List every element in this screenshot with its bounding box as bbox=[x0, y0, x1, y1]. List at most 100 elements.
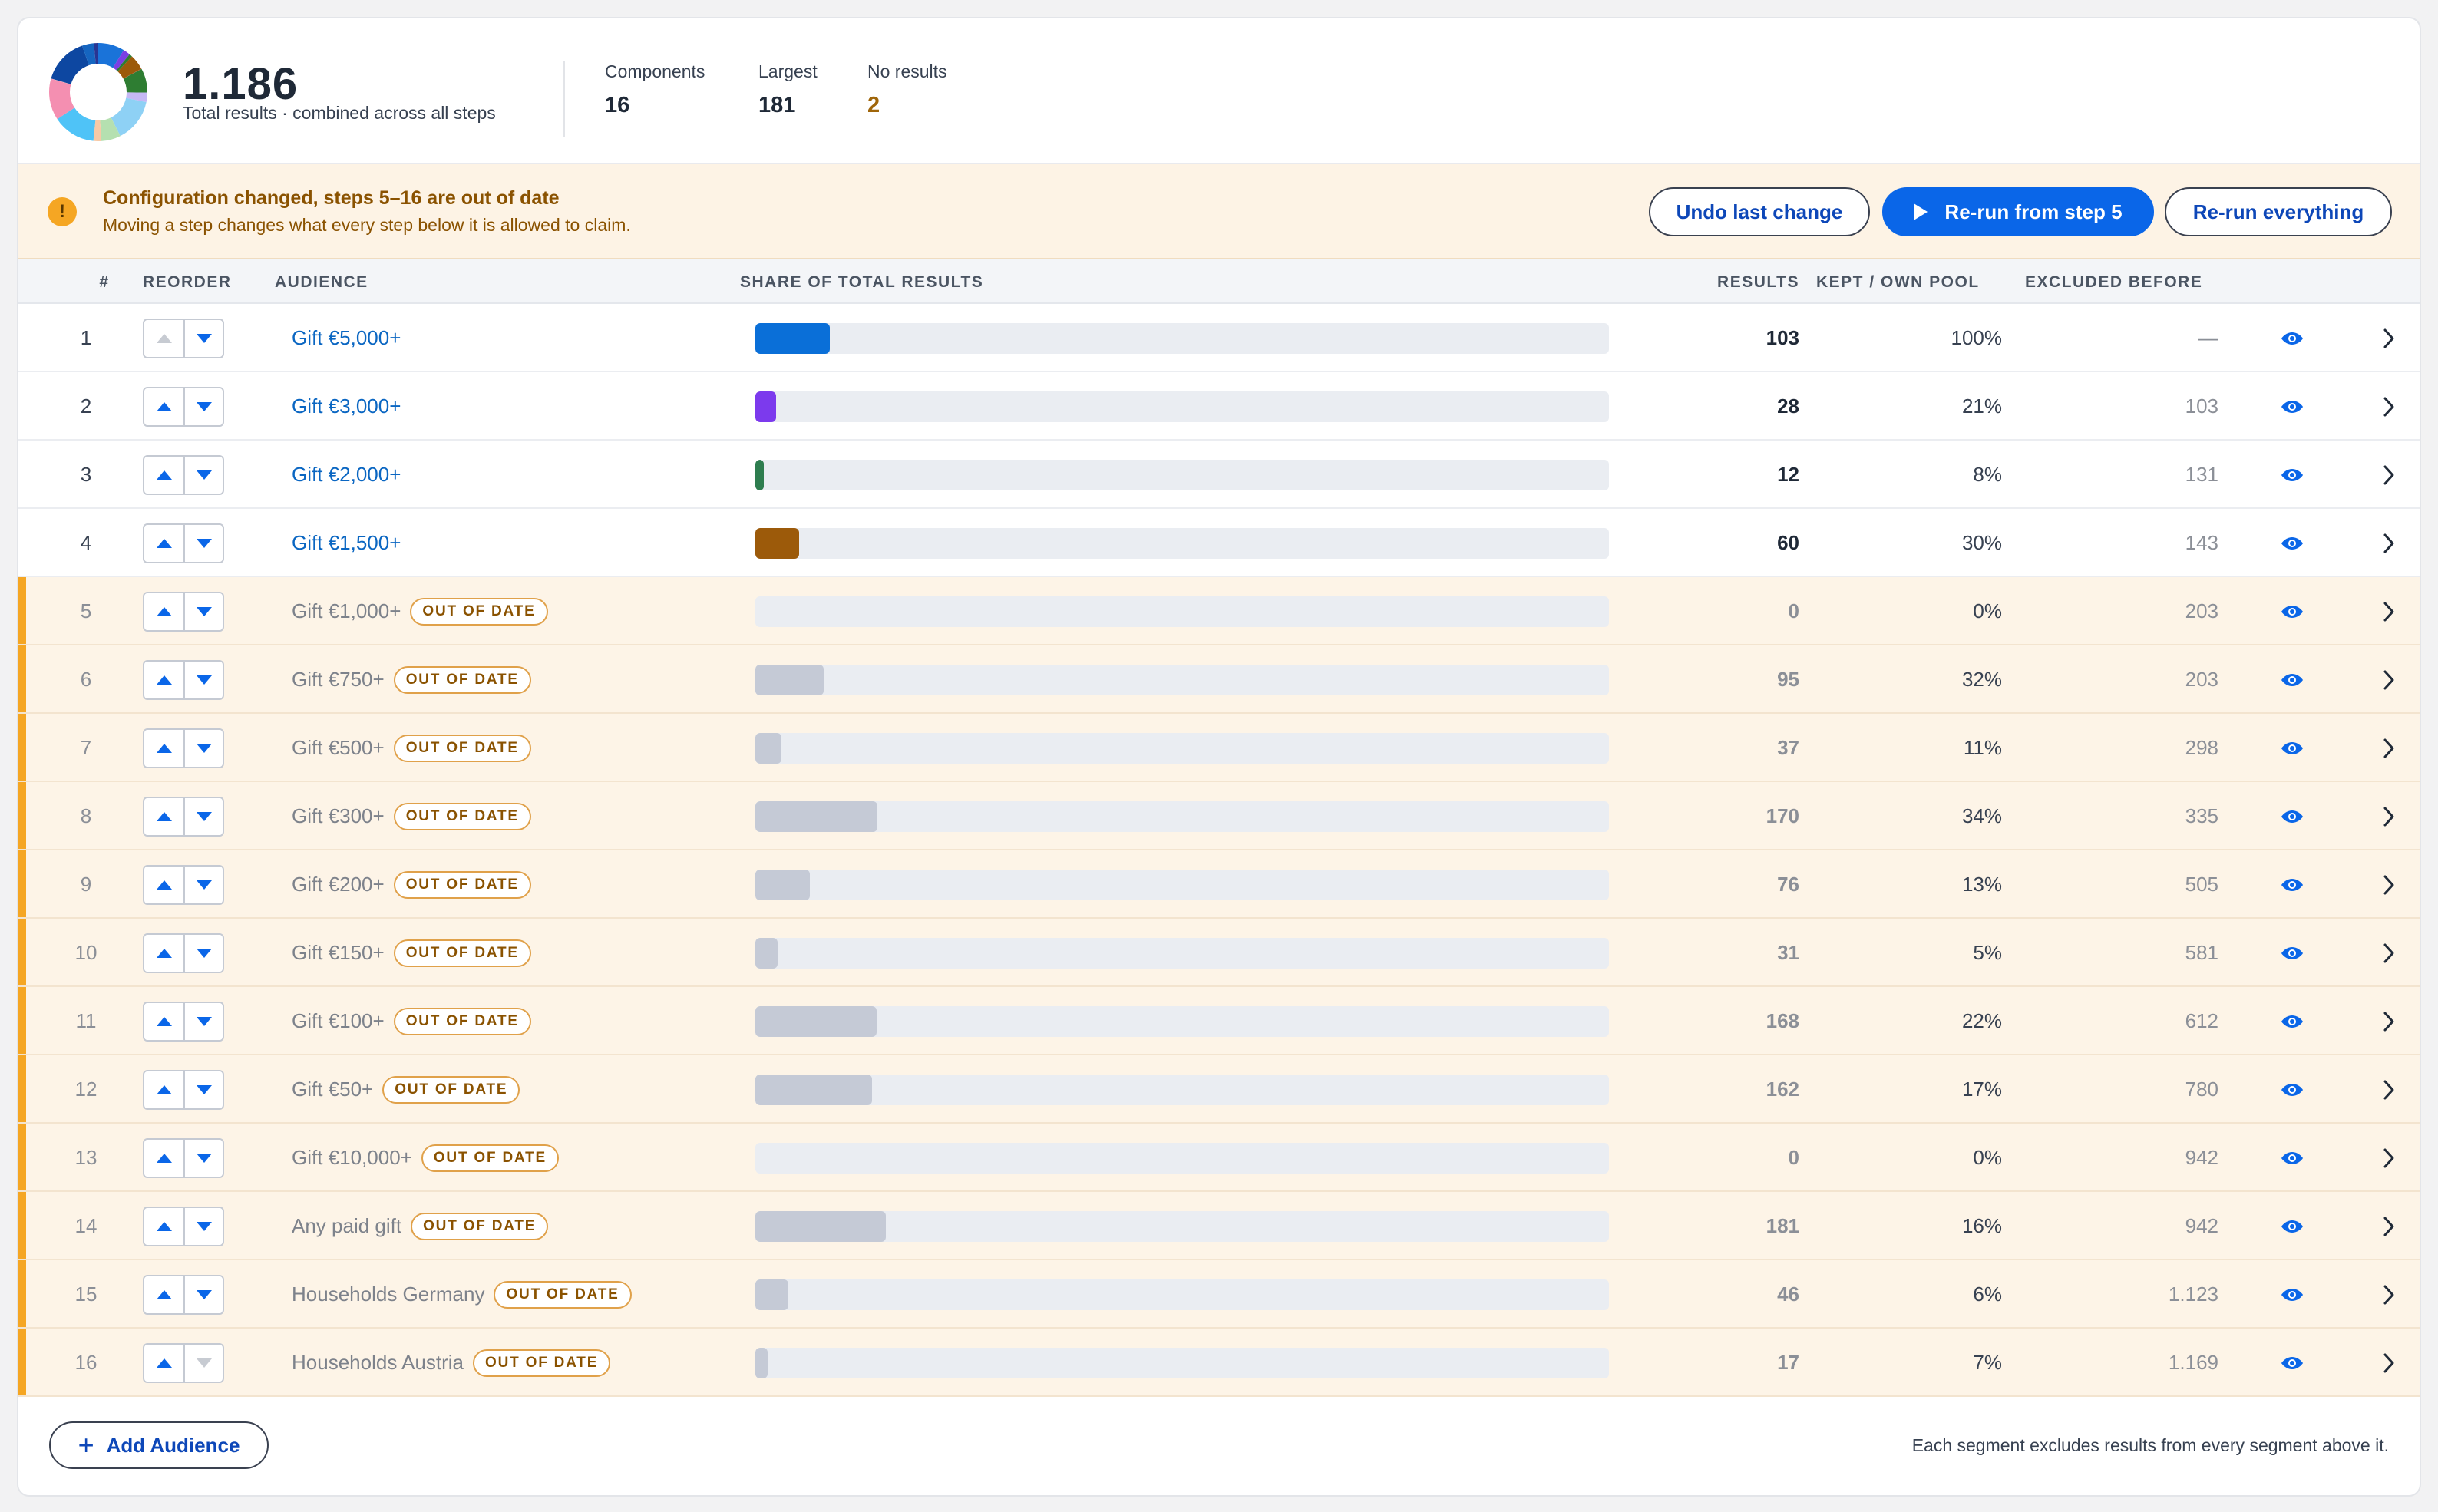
move-down-button[interactable] bbox=[183, 456, 223, 494]
audience-link[interactable]: Gift €50+ bbox=[292, 1078, 373, 1101]
arrow-up-icon bbox=[156, 743, 172, 753]
open-details-button[interactable] bbox=[2374, 1260, 2404, 1329]
audience-link[interactable]: Gift €1,500+ bbox=[292, 531, 401, 555]
view-button[interactable] bbox=[2275, 577, 2309, 645]
move-down-button[interactable] bbox=[183, 388, 223, 425]
move-down-button[interactable] bbox=[183, 1071, 223, 1108]
view-button[interactable] bbox=[2275, 304, 2309, 372]
view-button[interactable] bbox=[2275, 850, 2309, 919]
audience-link[interactable]: Households Austria bbox=[292, 1351, 464, 1375]
move-up-button[interactable] bbox=[144, 320, 183, 357]
open-details-button[interactable] bbox=[2374, 1124, 2404, 1192]
arrow-up-icon bbox=[156, 538, 172, 548]
view-button[interactable] bbox=[2275, 1055, 2309, 1124]
audience-link[interactable]: Gift €300+ bbox=[292, 804, 385, 828]
audience-link[interactable]: Gift €500+ bbox=[292, 736, 385, 760]
view-button[interactable] bbox=[2275, 919, 2309, 987]
rerun-everything-button[interactable]: Re-run everything bbox=[2165, 187, 2392, 236]
audience-link[interactable]: Gift €150+ bbox=[292, 941, 385, 965]
reorder-control bbox=[143, 1192, 224, 1260]
view-button[interactable] bbox=[2275, 987, 2309, 1055]
arrow-up-icon bbox=[156, 1084, 172, 1094]
move-up-button[interactable] bbox=[144, 730, 183, 767]
kept-value: 16% bbox=[1961, 1214, 2002, 1237]
view-button[interactable] bbox=[2275, 509, 2309, 577]
move-down-button[interactable] bbox=[183, 1002, 223, 1040]
audience-link[interactable]: Gift €750+ bbox=[292, 668, 385, 692]
open-details-button[interactable] bbox=[2374, 577, 2404, 645]
open-details-button[interactable] bbox=[2374, 372, 2404, 441]
move-up-button[interactable] bbox=[144, 1003, 183, 1040]
move-up-button[interactable] bbox=[144, 1140, 183, 1177]
move-down-button[interactable] bbox=[183, 1276, 223, 1313]
view-button[interactable] bbox=[2275, 1260, 2309, 1329]
open-details-button[interactable] bbox=[2374, 645, 2404, 714]
kept-value: 0% bbox=[1973, 599, 2002, 622]
view-button[interactable] bbox=[2275, 441, 2309, 509]
move-up-button[interactable] bbox=[144, 593, 183, 630]
move-up-button[interactable] bbox=[144, 662, 183, 698]
audience-link[interactable]: Any paid gift bbox=[292, 1214, 401, 1238]
audience-link[interactable]: Gift €200+ bbox=[292, 873, 385, 896]
open-details-button[interactable] bbox=[2374, 304, 2404, 372]
move-down-button[interactable] bbox=[183, 729, 223, 767]
audience-link[interactable]: Gift €10,000+ bbox=[292, 1146, 412, 1170]
open-details-button[interactable] bbox=[2374, 714, 2404, 782]
open-details-button[interactable] bbox=[2374, 509, 2404, 577]
share-bar-fill bbox=[755, 1075, 873, 1105]
header-kept: KEPT / OWN POOL bbox=[1816, 273, 1980, 291]
rerun-from-step-button[interactable]: Re-run from step 5 bbox=[1882, 187, 2154, 236]
open-details-button[interactable] bbox=[2374, 782, 2404, 850]
open-details-button[interactable] bbox=[2374, 919, 2404, 987]
view-button[interactable] bbox=[2275, 372, 2309, 441]
move-down-button[interactable] bbox=[183, 661, 223, 698]
undo-last-change-button[interactable]: Undo last change bbox=[1649, 187, 1870, 236]
audience-link[interactable]: Gift €3,000+ bbox=[292, 395, 401, 418]
audience-link[interactable]: Gift €2,000+ bbox=[292, 463, 401, 487]
reorder-control bbox=[143, 850, 224, 919]
move-down-button[interactable] bbox=[183, 1139, 223, 1177]
view-button[interactable] bbox=[2275, 714, 2309, 782]
audience-link[interactable]: Gift €5,000+ bbox=[292, 326, 401, 350]
metric-value: 2 bbox=[867, 93, 880, 117]
open-details-button[interactable] bbox=[2374, 1055, 2404, 1124]
open-details-button[interactable] bbox=[2374, 1192, 2404, 1260]
move-down-button[interactable] bbox=[183, 1344, 223, 1382]
add-audience-button[interactable]: + Add Audience bbox=[49, 1421, 269, 1469]
move-up-button[interactable] bbox=[144, 388, 183, 425]
move-up-button[interactable] bbox=[144, 1071, 183, 1108]
audience-link[interactable]: Households Germany bbox=[292, 1283, 484, 1306]
move-down-button[interactable] bbox=[183, 524, 223, 562]
out-of-date-badge: OUT OF DATE bbox=[421, 1144, 560, 1172]
view-button[interactable] bbox=[2275, 1192, 2309, 1260]
view-button[interactable] bbox=[2275, 1329, 2309, 1397]
view-button[interactable] bbox=[2275, 782, 2309, 850]
move-up-button[interactable] bbox=[144, 1276, 183, 1313]
excluded-value: 143 bbox=[2185, 531, 2218, 554]
move-up-button[interactable] bbox=[144, 457, 183, 494]
move-up-button[interactable] bbox=[144, 867, 183, 903]
open-details-button[interactable] bbox=[2374, 987, 2404, 1055]
move-down-button[interactable] bbox=[183, 934, 223, 972]
move-down-button[interactable] bbox=[183, 1207, 223, 1245]
view-button[interactable] bbox=[2275, 645, 2309, 714]
move-down-button[interactable] bbox=[183, 593, 223, 630]
add-audience-label: Add Audience bbox=[106, 1433, 240, 1457]
share-bar-fill bbox=[755, 1279, 789, 1310]
move-up-button[interactable] bbox=[144, 935, 183, 972]
move-down-button[interactable] bbox=[183, 319, 223, 357]
move-up-button[interactable] bbox=[144, 525, 183, 562]
move-down-button[interactable] bbox=[183, 866, 223, 903]
table-row: 3 Gift €2,000+ 12 8% 131 bbox=[18, 441, 2420, 509]
audience-link[interactable]: Gift €1,000+ bbox=[292, 599, 401, 623]
open-details-button[interactable] bbox=[2374, 1329, 2404, 1397]
move-down-button[interactable] bbox=[183, 797, 223, 835]
move-up-button[interactable] bbox=[144, 1345, 183, 1382]
header-results: RESULTS bbox=[1717, 273, 1799, 291]
open-details-button[interactable] bbox=[2374, 441, 2404, 509]
move-up-button[interactable] bbox=[144, 1208, 183, 1245]
move-up-button[interactable] bbox=[144, 798, 183, 835]
audience-link[interactable]: Gift €100+ bbox=[292, 1009, 385, 1033]
open-details-button[interactable] bbox=[2374, 850, 2404, 919]
view-button[interactable] bbox=[2275, 1124, 2309, 1192]
